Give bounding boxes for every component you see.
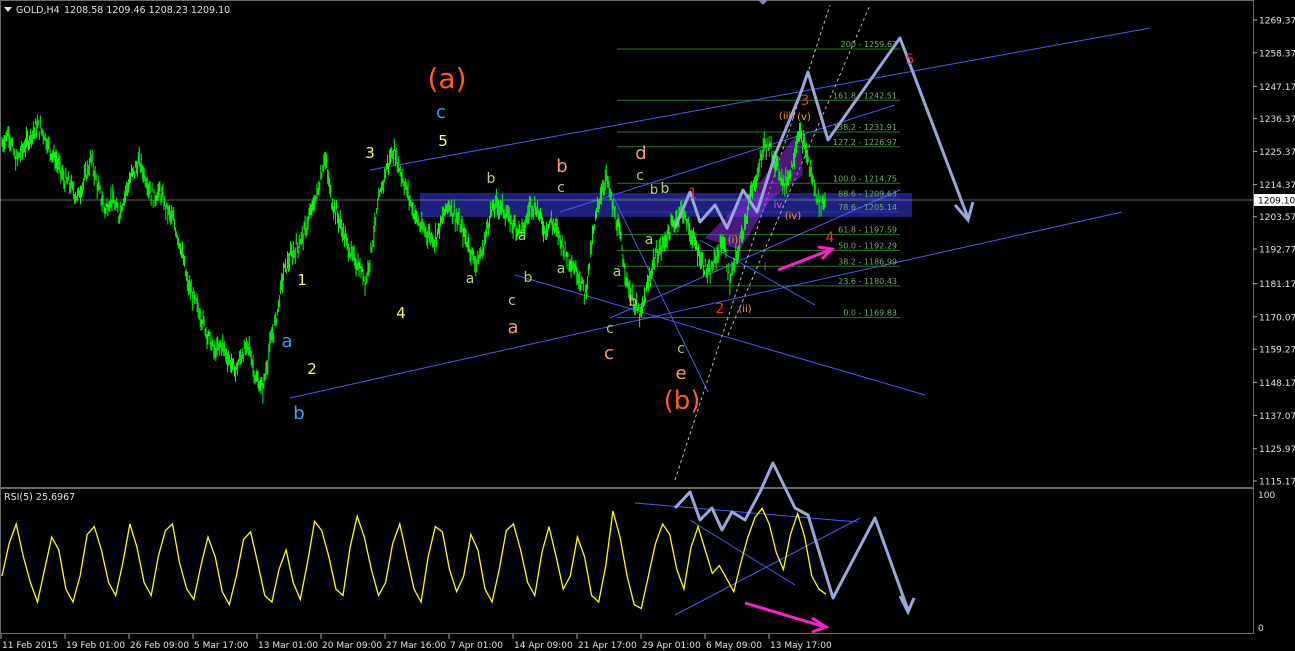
wave-label: iv [774,200,783,211]
wave-label: 2 [307,360,317,378]
wave-label: i [764,262,767,273]
current-price-tag: 1209.10 [1254,194,1295,207]
wave-label: b [487,171,496,187]
rsi-axis-max: 100 [1258,491,1275,501]
rsi-title: RSI(5) 25.6967 [4,492,75,503]
wave-label: a [518,228,527,244]
wave-label: ii [765,150,770,160]
wave-label: e [675,363,686,384]
time-tick-label: 14 Apr 09:00 [514,641,573,651]
time-tick-label: 5 Mar 17:00 [194,641,249,651]
fib-level-label: 38.2 - 1186.99 [838,257,897,266]
price-tick-label: 1269.37 [1259,17,1295,27]
wave-label: c [604,343,614,364]
wave-label: a [281,331,292,352]
rsi-axis-min: 0 [1258,624,1264,634]
fib-level-label: 61.8 - 1197.59 [838,226,897,235]
price-tick-label: 1159.27 [1259,346,1295,356]
wave-label: b [293,403,304,424]
wave-label: c [606,321,614,337]
wave-label: 3 [801,93,810,109]
wave-label: d [635,143,646,164]
wave-label: c [508,293,516,309]
ohlc-values: 1208.58 1209.46 1208.23 1209.10 [64,5,230,16]
wave-label: c [557,180,565,196]
time-tick-label: 27 Mar 16:00 [386,641,446,651]
fib-level-label: 127.2 - 1226.97 [833,138,897,147]
fib-level-label: 100.0 - 1214.75 [833,174,897,183]
wave-label: (v) [797,112,811,123]
wave-label: 3 [365,144,375,162]
price-tick-label: 1192.77 [1259,246,1295,256]
wave-label: (ii) [738,304,751,315]
price-tick-label: 1203.57 [1259,213,1295,223]
time-tick-label: 11 Feb 2015 [2,641,58,651]
wave-label: b [524,270,533,286]
price-tick-label: 1181.17 [1259,280,1295,290]
wave-label: 5 [438,132,448,150]
wave-label: 5 [906,52,915,68]
time-tick-label: 13 May 17:00 [770,641,832,651]
wave-label: 2 [716,301,725,317]
wave-label: (i) [728,235,739,246]
price-tick-label: 1125.97 [1259,445,1295,455]
price-tick-label: 1247.17 [1259,83,1295,93]
time-tick-label: 26 Feb 09:00 [130,641,189,651]
wave-label: 4 [826,230,835,246]
wave-label: b [629,294,638,310]
time-tick-label: 7 Apr 01:00 [450,641,503,651]
price-tick-label: 1148.17 [1259,379,1295,389]
wave-label: (b) [664,386,701,416]
wave-label: c [636,168,644,184]
symbol-title: GOLD,H4 [16,5,60,16]
price-tick-label: 1236.37 [1259,115,1295,125]
time-tick-label: 29 Apr 01:00 [642,641,701,651]
wave-label: (a) [427,62,466,95]
trading-chart[interactable]: (a)c53124abbaabccabacdcbaabbcce(b)12345(… [0,0,1295,651]
wave-label: (iv) [785,211,802,222]
fib-level-label: 88.6 - 1209.63 [838,190,897,199]
fib-level-label: 161.8 - 1242.51 [833,91,897,100]
current-price-value: 1209.10 [1258,197,1295,207]
wave-label: 1 [689,186,698,202]
fib-level-label: 78.6 - 1205.14 [838,203,897,212]
price-tick-label: 1214.37 [1259,181,1295,191]
wave-label: c [677,341,685,357]
price-tick-label: 1137.07 [1259,412,1295,422]
wave-label: a [645,232,654,248]
fib-level-label: 23.6 - 1180.43 [838,277,897,286]
wave-label: a [557,261,566,277]
time-tick-label: 21 Apr 17:00 [578,641,637,651]
time-tick-label: 19 Feb 01:00 [66,641,125,651]
time-tick-label: 20 Mar 09:00 [322,641,382,651]
fib-level-label: 50.0 - 1192.29 [838,241,897,250]
wave-label: 4 [396,304,406,322]
wave-label: a [613,264,622,280]
wave-label: 1 [297,271,307,289]
wave-label: (iii) [779,111,795,122]
wave-label: a [466,271,475,287]
wave-label: b [650,183,658,198]
fib-level-label: 138.2 - 1231.91 [833,123,897,132]
fib-level-label: 0.0 - 1169.83 [843,309,897,318]
price-tick-label: 1170.07 [1259,313,1295,323]
fib-level-label: 200 - 1259.67 [841,40,897,49]
time-tick-label: 6 May 09:00 [706,641,762,651]
time-tick-label: 13 Mar 01:00 [258,641,318,651]
wave-label: b [661,181,670,197]
price-axis: 1269.37 1258.37 1247.17 1236.37 1225.37 1214.… [1253,17,1295,488]
price-tick-label: 1115.17 [1259,478,1295,488]
wave-label: a [507,317,518,338]
price-tick-label: 1258.37 [1259,49,1295,59]
wave-label: c [436,102,446,123]
wave-label: b [556,156,567,177]
price-tick-label: 1225.37 [1259,148,1295,158]
